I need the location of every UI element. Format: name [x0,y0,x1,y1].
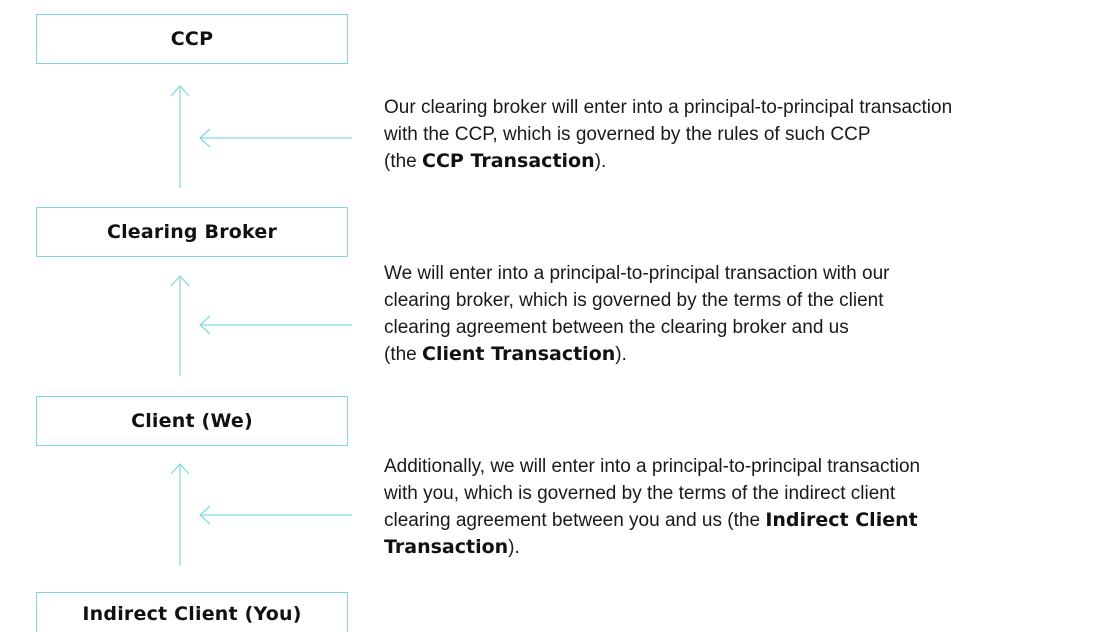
indirect-client-transaction-term-part1: Indirect Client [765,509,918,531]
desc-line: clearing agreement between the clearing … [384,317,849,338]
desc-line: clearing agreement between you and us (t… [384,507,1084,534]
clearing-broker-box: Clearing Broker [36,207,348,257]
ccp-transaction-description: Our clearing broker will enter into a pr… [384,94,1084,175]
desc-line: Additionally, we will enter into a princ… [384,456,921,477]
desc-line: with you, which is governed by the terms… [384,483,896,504]
client-transaction-description: We will enter into a principal-to-princi… [384,260,1084,368]
desc-text: clearing agreement between you and us (t… [384,510,766,531]
client-transaction-term: Client Transaction [422,343,616,365]
ccp-transaction-term: CCP Transaction [422,150,595,172]
desc-text: (the [384,344,423,365]
desc-line: (the Client Transaction). [384,341,1084,368]
ccp-box-label: CCP [170,28,214,50]
indirect-client-transaction-term-part2: Transaction [384,536,509,558]
desc-line: with the CCP, which is governed by the r… [384,124,871,145]
desc-text: ). [594,151,607,172]
desc-line: Transaction). [384,534,1084,561]
client-box: Client (We) [36,396,348,446]
indirect-client-transaction-description: Additionally, we will enter into a princ… [384,453,1084,561]
desc-text: ). [508,537,520,558]
desc-line: clearing broker, which is governed by th… [384,290,884,311]
desc-line: Our clearing broker will enter into a pr… [384,97,953,118]
ccp-box: CCP [36,14,348,64]
client-box-label: Client (We) [131,410,253,432]
desc-line: (the CCP Transaction). [384,148,1084,175]
indirect-client-box-label: Indirect Client (You) [82,603,302,625]
desc-line: We will enter into a principal-to-princi… [384,263,890,284]
desc-text: ). [615,344,627,365]
desc-text: (the [384,151,423,172]
clearing-broker-box-label: Clearing Broker [106,221,278,243]
indirect-client-box: Indirect Client (You) [36,592,348,632]
